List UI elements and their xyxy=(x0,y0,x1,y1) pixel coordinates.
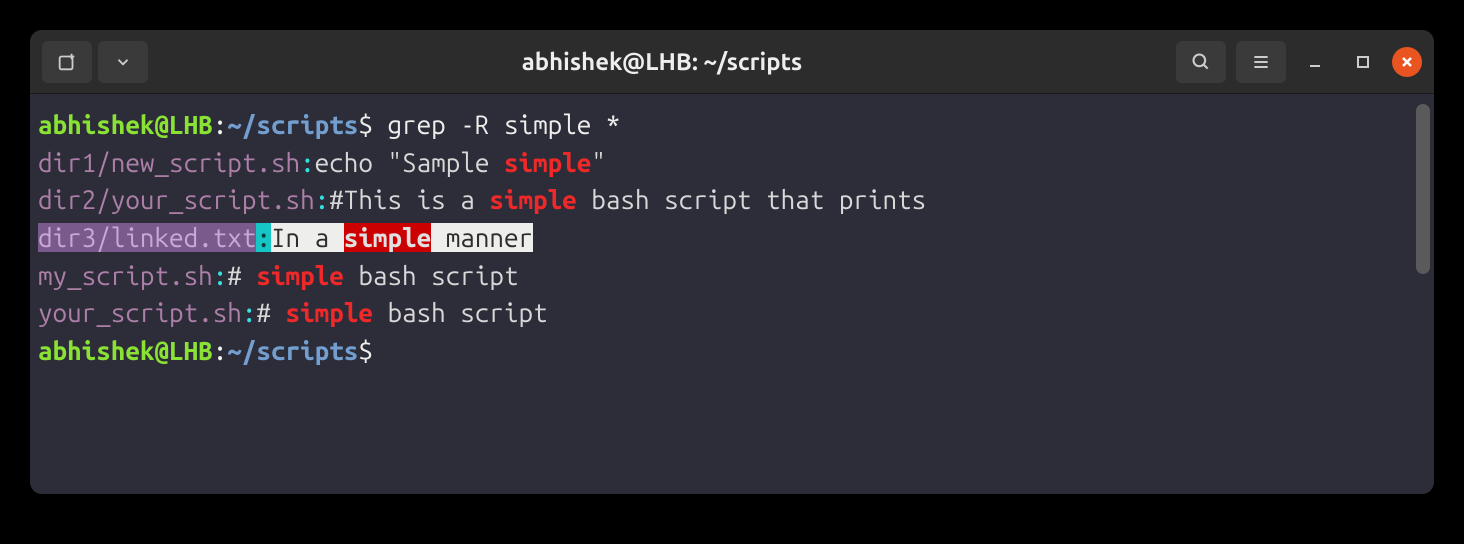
close-button[interactable] xyxy=(1392,47,1422,77)
output-after: bash script xyxy=(373,298,548,327)
titlebar-left-controls xyxy=(42,41,148,83)
search-icon xyxy=(1191,52,1211,72)
output-colon-selected: : xyxy=(256,223,271,252)
output-before: echo "Sample xyxy=(315,148,504,177)
output-after-selected: manner xyxy=(431,223,533,252)
prompt-sep: : xyxy=(213,336,228,365)
output-before: # xyxy=(227,261,256,290)
output-path-selected: dir3/linked.txt xyxy=(38,223,256,252)
output-before: #This is a xyxy=(329,185,489,214)
terminal-window: abhishek@LHB: ~/scripts xyxy=(30,30,1434,494)
prompt-user-host: abhishek@LHB xyxy=(38,110,213,139)
maximize-button[interactable] xyxy=(1344,43,1382,81)
output-before: # xyxy=(256,298,285,327)
output-match-selected: simple xyxy=(344,223,431,252)
output-match: simple xyxy=(504,148,591,177)
terminal-content: abhishek@LHB:~/scripts$ grep -R simple *… xyxy=(38,106,1426,370)
command-text: grep -R simple * xyxy=(387,110,620,139)
prompt-sep: : xyxy=(213,110,228,139)
output-colon: : xyxy=(300,148,315,177)
output-path: dir2/your_script.sh xyxy=(38,185,315,214)
output-path: my_script.sh xyxy=(38,261,213,290)
minimize-icon xyxy=(1308,55,1322,69)
new-tab-button[interactable] xyxy=(42,41,92,83)
titlebar: abhishek@LHB: ~/scripts xyxy=(30,30,1434,94)
prompt-path: ~/scripts xyxy=(227,110,358,139)
terminal-body[interactable]: abhishek@LHB:~/scripts$ grep -R simple *… xyxy=(30,94,1434,494)
output-colon: : xyxy=(242,298,257,327)
output-path: dir1/new_script.sh xyxy=(38,148,300,177)
chevron-down-icon xyxy=(114,53,132,71)
window-title: abhishek@LHB: ~/scripts xyxy=(156,48,1168,75)
prompt-symbol: $ xyxy=(358,336,373,365)
minimize-button[interactable] xyxy=(1296,43,1334,81)
output-after: " xyxy=(591,148,606,177)
search-button[interactable] xyxy=(1176,41,1226,83)
output-path: your_script.sh xyxy=(38,298,242,327)
output-after: bash script that prints xyxy=(577,185,926,214)
output-colon: : xyxy=(315,185,330,214)
prompt-user-host: abhishek@LHB xyxy=(38,336,213,365)
scrollbar[interactable] xyxy=(1416,104,1430,274)
new-tab-icon xyxy=(56,51,78,73)
output-colon: : xyxy=(213,261,228,290)
output-match: simple xyxy=(286,298,373,327)
close-icon xyxy=(1400,55,1414,69)
hamburger-icon xyxy=(1251,52,1271,72)
prompt-symbol: $ xyxy=(358,110,373,139)
output-match: simple xyxy=(256,261,343,290)
prompt-path: ~/scripts xyxy=(227,336,358,365)
output-after: bash script xyxy=(344,261,519,290)
output-before-selected: In a xyxy=(271,223,344,252)
titlebar-right-controls xyxy=(1176,41,1422,83)
maximize-icon xyxy=(1356,55,1370,69)
output-match: simple xyxy=(489,185,576,214)
menu-button[interactable] xyxy=(1236,41,1286,83)
tab-dropdown-button[interactable] xyxy=(98,41,148,83)
